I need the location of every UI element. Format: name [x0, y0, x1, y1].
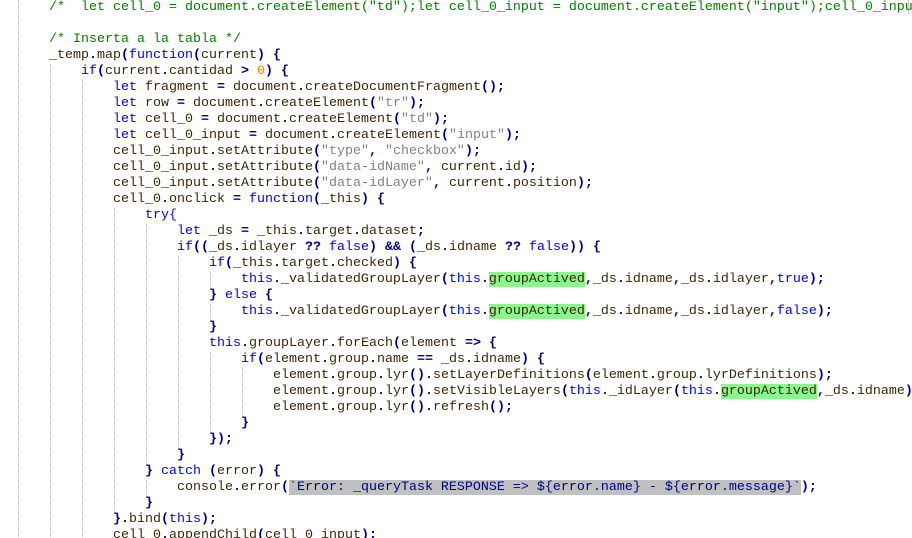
code-line[interactable]: cell_0.onclick = function(_this) { [17, 192, 385, 208]
code-text: let cell_0_input = document.createElemen… [112, 128, 521, 143]
code-line[interactable]: /* Inserta a la tabla */ [17, 32, 241, 48]
code-line[interactable]: } [17, 448, 185, 464]
code-text: element.group.lyr().setVisibleLayers(thi… [272, 384, 912, 399]
code-line[interactable] [17, 16, 49, 32]
code-editor[interactable]: /* let cell_0 = document.createElement("… [0, 0, 912, 538]
code-line[interactable]: cell_0.appendChild(cell_0_input); [17, 528, 377, 538]
code-text: } [240, 416, 249, 431]
code-text: let fragment = document.createDocumentFr… [112, 80, 505, 95]
code-line[interactable]: }); [17, 432, 233, 448]
code-text: /* Inserta a la tabla */ [49, 32, 241, 47]
smart-highlight: groupActived [488, 272, 585, 287]
code-line[interactable]: this.groupLayer.forEach(element => { [17, 336, 497, 352]
code-text: this._validatedGroupLayer(this.groupActi… [240, 272, 825, 287]
code-line[interactable]: _temp.map(function(current) { [17, 48, 281, 64]
code-text: } [176, 448, 185, 463]
code-text: let row = document.createElement("tr"); [112, 96, 425, 111]
code-text: console.error(`Error: _queryTask RESPONS… [176, 480, 817, 495]
code-line[interactable]: let _ds = _this.target.dataset; [17, 224, 425, 240]
code-line[interactable]: cell_0_input.setAttribute("data-idLayer"… [17, 176, 593, 192]
code-line[interactable]: this._validatedGroupLayer(this.groupActi… [17, 272, 825, 288]
code-text: cell_0_input.setAttribute("type", "check… [112, 144, 481, 159]
code-text: element.group.lyr().setLayerDefinitions(… [272, 368, 833, 383]
code-line[interactable]: } else { [17, 288, 273, 304]
code-line[interactable]: } catch (error) { [17, 464, 281, 480]
code-line[interactable]: cell_0_input.setAttribute("type", "check… [17, 144, 481, 160]
code-text: try{ [144, 208, 177, 223]
code-line[interactable]: let fragment = document.createDocumentFr… [17, 80, 505, 96]
selected-text: `Error: _queryTask RESPONSE => ${error.n… [288, 480, 801, 495]
code-line[interactable]: cell_0_input.setAttribute("data-idName",… [17, 160, 537, 176]
code-line[interactable]: let cell_0_input = document.createElemen… [17, 128, 521, 144]
code-text: cell_0.appendChild(cell_0_input); [112, 528, 377, 538]
code-line[interactable]: element.group.lyr().setVisibleLayers(thi… [17, 384, 912, 400]
code-line[interactable]: try{ [17, 208, 177, 224]
code-text: let cell_0 = document.createElement("td"… [112, 112, 449, 127]
code-line[interactable]: element.group.lyr().refresh(); [17, 400, 513, 416]
code-text: } catch (error) { [144, 464, 281, 479]
code-line[interactable]: let row = document.createElement("tr"); [17, 96, 425, 112]
code-line[interactable]: if(element.group.name == _ds.idname) { [17, 352, 545, 368]
code-text: _temp.map(function(current) { [49, 48, 281, 63]
code-line[interactable]: if(current.cantidad > 0) { [17, 64, 289, 80]
code-line[interactable]: } [17, 496, 153, 512]
code-text: /* let cell_0 = document.createElement("… [49, 0, 912, 15]
code-line[interactable]: } [17, 416, 249, 432]
code-text: this._validatedGroupLayer(this.groupActi… [240, 304, 833, 319]
code-text: } else { [208, 288, 273, 303]
code-line[interactable]: this._validatedGroupLayer(this.groupActi… [17, 304, 833, 320]
code-line[interactable]: if(_this.target.checked) { [17, 256, 417, 272]
smart-highlight: groupActived [488, 304, 585, 319]
code-text: } [208, 320, 217, 335]
code-line[interactable]: let cell_0 = document.createElement("td"… [17, 112, 449, 128]
code-text: if((_ds.idlayer ?? false) && (_ds.idname… [176, 240, 601, 255]
code-text: cell_0_input.setAttribute("data-idName",… [112, 160, 537, 175]
code-line[interactable]: }.bind(this); [17, 512, 217, 528]
code-text: cell_0_input.setAttribute("data-idLayer"… [112, 176, 593, 191]
code-text: }.bind(this); [112, 512, 217, 527]
smart-highlight: groupActived [720, 384, 817, 399]
code-text: }); [208, 432, 233, 447]
code-text: if(_this.target.checked) { [208, 256, 417, 271]
code-line[interactable]: element.group.lyr().setLayerDefinitions(… [17, 368, 833, 384]
code-text: element.group.lyr().refresh(); [272, 400, 513, 415]
code-line[interactable]: console.error(`Error: _queryTask RESPONS… [17, 480, 817, 496]
code-line[interactable]: } [17, 320, 217, 336]
code-line[interactable]: /* let cell_0 = document.createElement("… [17, 0, 912, 16]
code-text: cell_0.onclick = function(_this) { [112, 192, 385, 207]
code-line[interactable]: if((_ds.idlayer ?? false) && (_ds.idname… [17, 240, 601, 256]
code-text: if(current.cantidad > 0) { [81, 64, 289, 79]
code-text: if(element.group.name == _ds.idname) { [240, 352, 545, 367]
code-text: let _ds = _this.target.dataset; [176, 224, 425, 239]
code-text: } [144, 496, 153, 511]
code-text: this.groupLayer.forEach(element => { [208, 336, 497, 351]
